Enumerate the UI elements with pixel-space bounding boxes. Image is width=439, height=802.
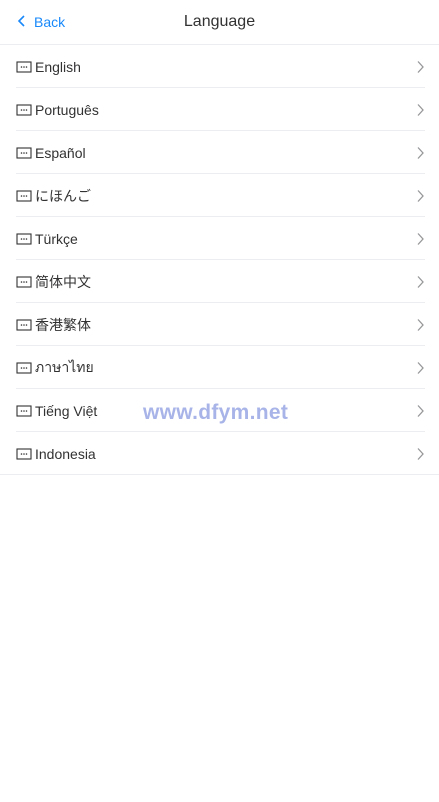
message-box-icon	[16, 404, 32, 417]
page-title: Language	[183, 13, 256, 30]
chevron-right-icon	[415, 318, 425, 332]
chevron-right-icon	[415, 232, 425, 246]
language-label: Tiếng Việt	[35, 402, 98, 419]
language-item-turkce[interactable]: Türkçe	[0, 217, 439, 260]
message-box-icon	[16, 146, 32, 159]
language-item-espanol[interactable]: Español	[0, 131, 439, 174]
chevron-left-icon	[16, 14, 28, 30]
language-label: Português	[35, 101, 99, 118]
message-box-icon	[16, 232, 32, 245]
language-label: にほんご	[35, 187, 91, 204]
language-label: ภาษาไทย	[35, 358, 94, 375]
language-item-english[interactable]: English	[0, 45, 439, 88]
chevron-right-icon	[415, 103, 425, 117]
chevron-right-icon	[415, 361, 425, 375]
language-label: 简体中文	[35, 273, 91, 290]
language-item-thai[interactable]: ภาษาไทย	[0, 346, 439, 389]
language-item-indonesia[interactable]: Indonesia	[0, 432, 439, 475]
message-box-icon	[16, 361, 32, 374]
message-box-icon	[16, 318, 32, 331]
language-item-simplified-chinese[interactable]: 简体中文	[0, 260, 439, 303]
language-label: 香港繁体	[35, 316, 91, 333]
language-item-vietnamese[interactable]: Tiếng Việt	[0, 389, 439, 432]
language-label: Indonesia	[35, 445, 96, 462]
language-item-hongkong-traditional[interactable]: 香港繁体	[0, 303, 439, 346]
chevron-right-icon	[415, 404, 425, 418]
nav-bar: Back Language	[0, 0, 439, 45]
chevron-right-icon	[415, 447, 425, 461]
back-label: Back	[34, 14, 66, 30]
language-label: Español	[35, 144, 86, 161]
back-button[interactable]: Back	[16, 0, 65, 44]
chevron-right-icon	[415, 60, 425, 74]
language-label: Türkçe	[35, 230, 78, 247]
language-item-portugues[interactable]: Português	[0, 88, 439, 131]
language-label: English	[35, 58, 81, 75]
message-box-icon	[16, 103, 32, 116]
language-list: English Português Español にほんご Türkçe 简体…	[0, 45, 439, 475]
message-box-icon	[16, 189, 32, 202]
message-box-icon	[16, 447, 32, 460]
chevron-right-icon	[415, 146, 425, 160]
message-box-icon	[16, 275, 32, 288]
chevron-right-icon	[415, 189, 425, 203]
language-item-japanese[interactable]: にほんご	[0, 174, 439, 217]
message-box-icon	[16, 60, 32, 73]
chevron-right-icon	[415, 275, 425, 289]
